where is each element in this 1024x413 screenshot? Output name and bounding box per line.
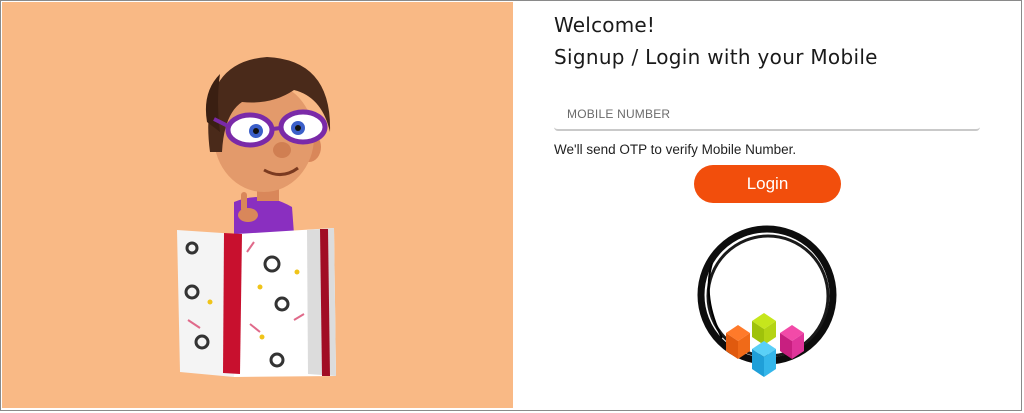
login-button[interactable]: Login [694, 165, 841, 203]
login-subtitle: Signup / Login with your Mobile [554, 45, 878, 69]
hero-illustration-panel [2, 2, 513, 408]
mobile-number-input[interactable] [554, 99, 980, 131]
brand-logo-icon [697, 225, 837, 377]
boy-with-gift-illustration [177, 57, 336, 377]
login-card: Welcome! Signup / Login with your Mobile… [0, 0, 1022, 411]
welcome-title: Welcome! [554, 13, 656, 37]
otp-hint-text: We'll send OTP to verify Mobile Number. [554, 142, 797, 157]
login-panel: Welcome! Signup / Login with your Mobile… [514, 1, 1021, 410]
